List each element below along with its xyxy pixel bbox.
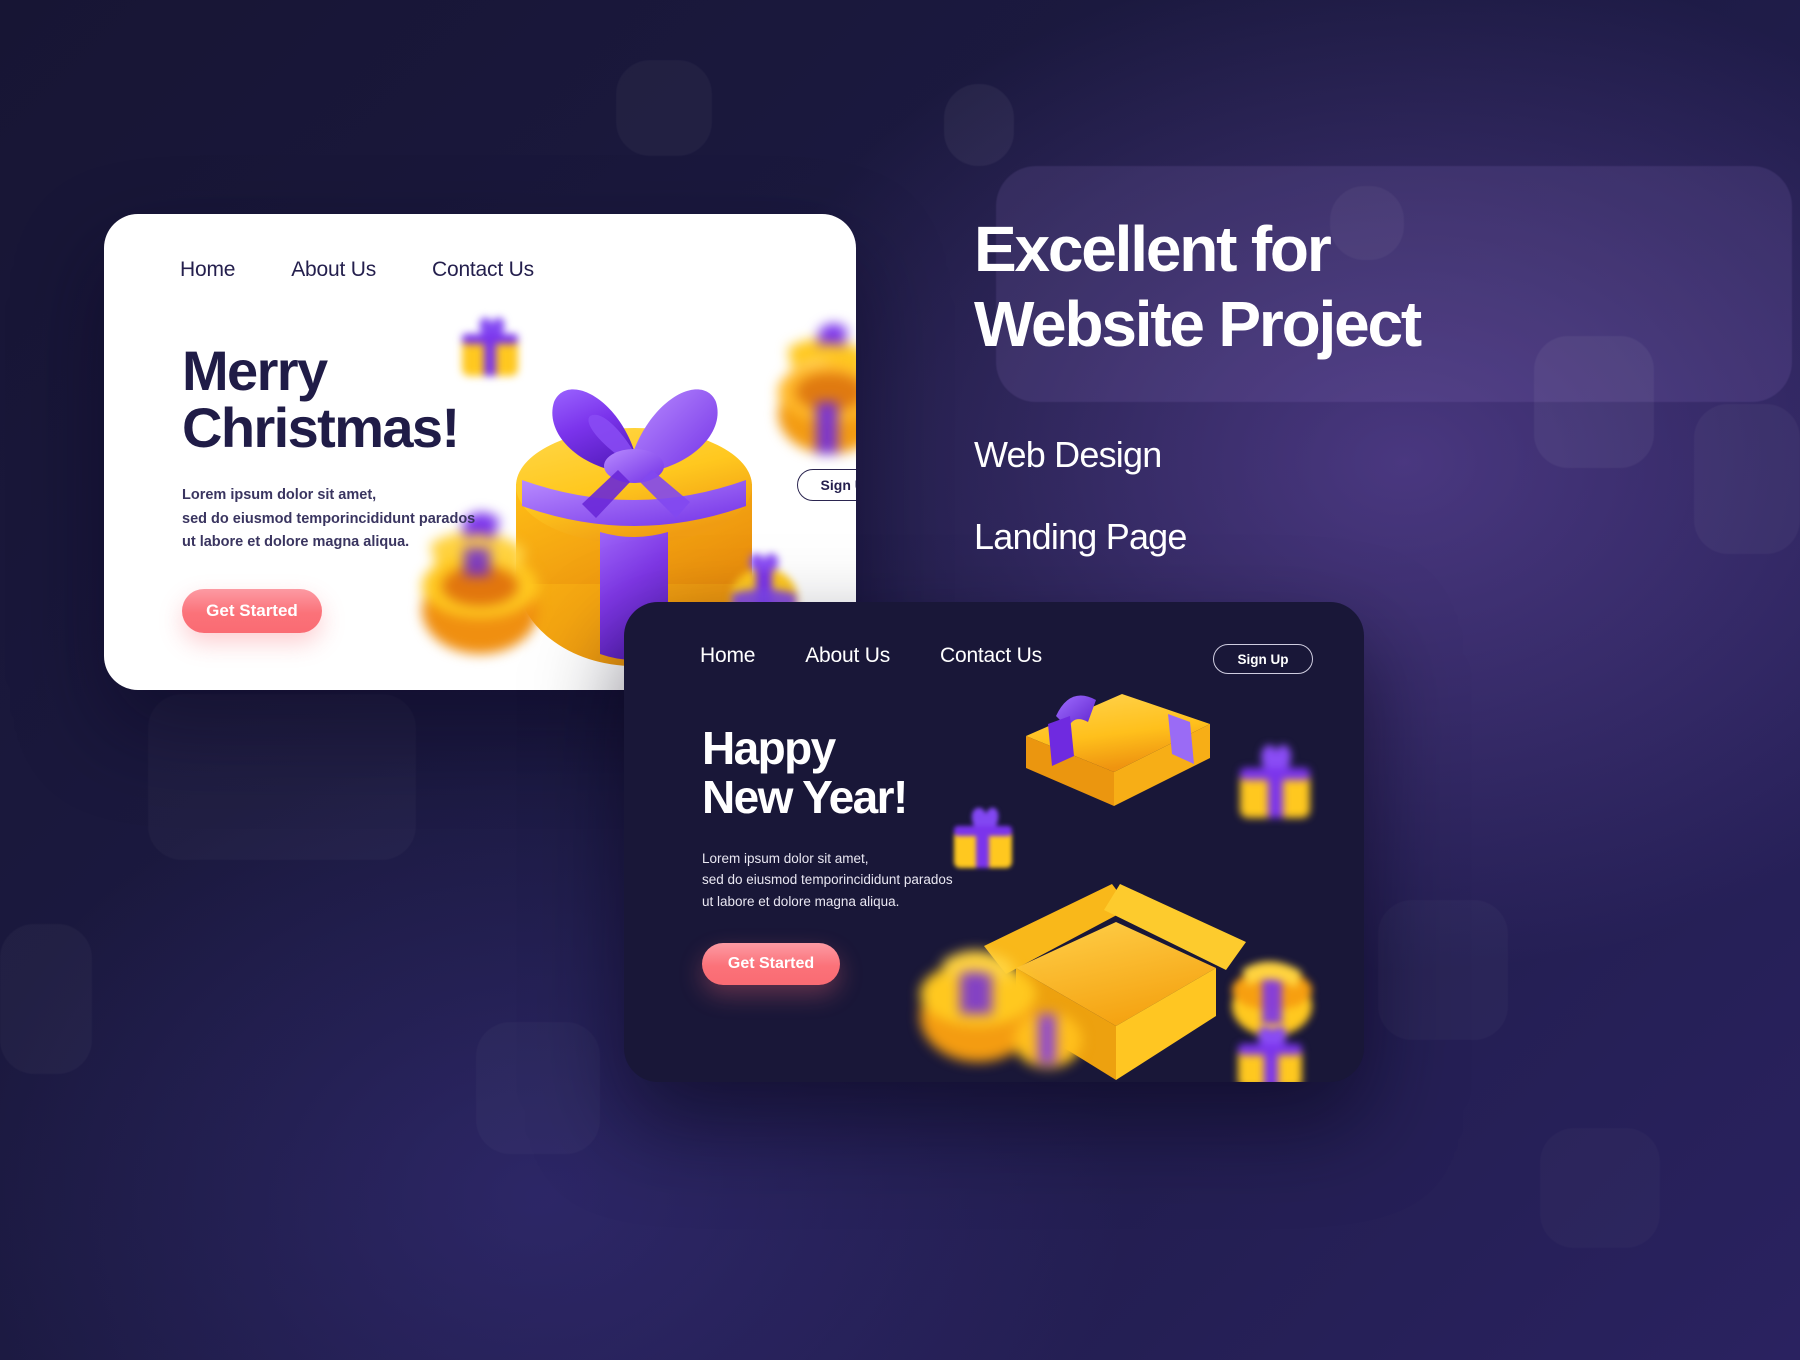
dark-card-copy: Happy New Year! Lorem ipsum dolor sit am… — [702, 724, 953, 986]
promo-item-web-design: Web Design — [974, 433, 1162, 475]
nav-link-contact-us[interactable]: Contact Us — [432, 258, 534, 282]
nav-link-home[interactable]: Home — [700, 644, 755, 668]
decor-square-9 — [1540, 1128, 1660, 1248]
nav-link-contact-us[interactable]: Contact Us — [940, 644, 1042, 668]
dark-card-gift-right-lower — [1232, 961, 1312, 1036]
promo-title-line-1: Excellent for — [974, 213, 1332, 285]
light-body-copy: Lorem ipsum dolor sit amet, sed do eiusm… — [182, 484, 475, 554]
decor-square-8 — [1378, 900, 1508, 1040]
dark-landing-card: Home About Us Contact Us Sign Up Happy N… — [624, 602, 1364, 1082]
promo-item-landing-page: Landing Page — [974, 515, 1187, 557]
dark-card-gift-top-right — [1240, 745, 1310, 818]
decor-square-6 — [0, 924, 92, 1074]
light-body-line-2: sed do eiusmod temporincididunt parados — [182, 510, 476, 527]
dark-card-nav: Home About Us Contact Us — [700, 644, 1042, 668]
decor-square-1 — [616, 60, 712, 156]
light-headline: Merry Christmas! — [182, 342, 475, 456]
dark-body-line-1: Lorem ipsum dolor sit amet, — [702, 850, 869, 866]
nav-link-about-us[interactable]: About Us — [291, 258, 376, 282]
promo-panel: Excellent for Website Project Web Design… — [974, 212, 1734, 558]
light-body-line-1: Lorem ipsum dolor sit amet, — [182, 487, 377, 504]
promo-title: Excellent for Website Project — [974, 212, 1734, 362]
light-nav-links: Home About Us Contact Us — [180, 258, 534, 282]
decor-square-7 — [476, 1022, 600, 1154]
dark-headline-line-1: Happy — [702, 722, 836, 774]
decor-square-2 — [944, 84, 1014, 166]
dark-get-started-button[interactable]: Get Started — [702, 943, 840, 986]
light-headline-line-2: Christmas! — [182, 396, 460, 460]
dark-body-copy: Lorem ipsum dolor sit amet, sed do eiusm… — [702, 848, 953, 914]
dark-card-gift-bottom-right — [1238, 1025, 1302, 1082]
dark-body-line-2: sed do eiusmod temporincididunt parados — [702, 872, 953, 888]
dark-card-open-box — [984, 884, 1246, 1080]
light-body-line-3: ut labore et dolore magna aliqua. — [182, 534, 410, 551]
dark-body-line-3: ut labore et dolore magna aliqua. — [702, 894, 900, 910]
light-headline-line-1: Merry — [182, 339, 328, 402]
light-card-copy: Merry Christmas! Lorem ipsum dolor sit a… — [182, 342, 475, 633]
promo-title-line-2: Website Project — [974, 287, 1422, 360]
light-card-nav: Home About Us Contact Us — [180, 258, 534, 282]
light-get-started-button[interactable]: Get Started — [182, 588, 322, 633]
dark-headline-line-2: New Year! — [702, 770, 908, 823]
dark-headline: Happy New Year! — [702, 724, 953, 822]
nav-link-about-us[interactable]: About Us — [805, 644, 890, 668]
dark-nav-links: Home About Us Contact Us — [700, 644, 1042, 668]
dark-card-gift-lid — [1026, 694, 1210, 806]
nav-link-home[interactable]: Home — [180, 258, 235, 282]
light-signup-button[interactable]: Sign Up — [797, 469, 856, 501]
light-card-gift-open-right — [778, 323, 856, 454]
decor-panel-left — [148, 694, 416, 860]
dark-signup-button[interactable]: Sign Up — [1213, 644, 1313, 674]
